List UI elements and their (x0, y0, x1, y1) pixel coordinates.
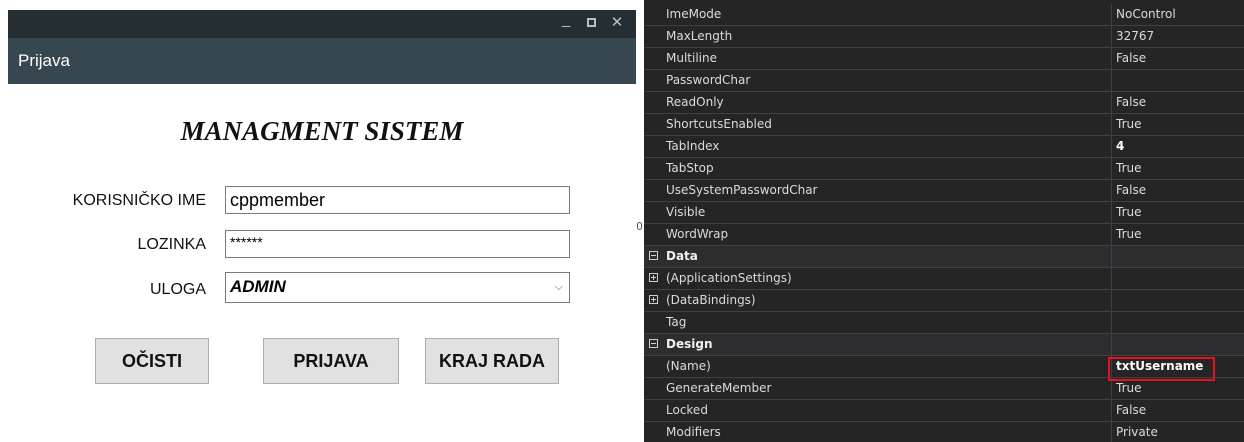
property-name: Modifiers (666, 425, 721, 439)
property-row-name[interactable]: (Name) txtUsername (644, 356, 1244, 378)
property-name: GenerateMember (666, 381, 772, 395)
maximize-button[interactable] (587, 18, 596, 27)
login-button[interactable]: PRIJAVA (263, 338, 399, 384)
property-name: Tag (666, 315, 687, 329)
category-design[interactable]: Design (644, 334, 1244, 356)
form-title: Prijava (18, 51, 70, 70)
username-input[interactable]: cppmember (225, 186, 570, 214)
property-name: (Name) (666, 359, 711, 373)
category-name: Design (666, 337, 713, 351)
minimize-button[interactable]: _ (559, 11, 573, 29)
collapse-icon[interactable] (649, 251, 658, 260)
window-title-bar: _ ✕ (8, 10, 636, 38)
resize-handle[interactable] (637, 222, 642, 230)
property-value[interactable]: True (1116, 227, 1142, 241)
role-label: ULOGA (149, 281, 206, 298)
password-label: LOZINKA (137, 236, 206, 253)
clear-button[interactable]: OČISTI (95, 338, 209, 384)
expand-icon[interactable] (649, 295, 658, 304)
property-row-visible[interactable]: Visible True (644, 202, 1244, 224)
property-row-locked[interactable]: Locked False (644, 400, 1244, 422)
form-header: Prijava (8, 38, 636, 84)
chevron-down-icon[interactable]: ⌵ (555, 281, 563, 294)
property-value[interactable]: True (1116, 161, 1142, 175)
property-value[interactable]: True (1116, 205, 1142, 219)
property-name: (ApplicationSettings) (666, 271, 792, 285)
property-name: (DataBindings) (666, 293, 756, 307)
property-name: MaxLength (666, 29, 733, 43)
page-heading: MANAGMENT SISTEM (180, 116, 464, 146)
property-value[interactable]: txtUsername (1116, 359, 1203, 373)
property-name: TabIndex (666, 139, 720, 153)
property-row-tag[interactable]: Tag (644, 312, 1244, 334)
property-name: Multiline (666, 51, 717, 65)
property-row-shortcutsenabled[interactable]: ShortcutsEnabled True (644, 114, 1244, 136)
property-value[interactable]: 32767 (1116, 29, 1154, 43)
property-name: Locked (666, 403, 708, 417)
login-form-window: _ ✕ Prijava MANAGMENT SISTEM KORISNIČKO … (8, 0, 636, 442)
property-value[interactable]: True (1116, 117, 1142, 131)
property-row-applicationsettings[interactable]: (ApplicationSettings) (644, 268, 1244, 290)
property-value[interactable]: Private (1116, 425, 1158, 439)
close-button[interactable]: ✕ (610, 13, 624, 31)
category-data[interactable]: Data (644, 246, 1244, 268)
property-name: ImeMode (666, 7, 722, 21)
property-row-tabindex[interactable]: TabIndex 4 (644, 136, 1244, 158)
username-label: KORISNIČKO IME (72, 192, 206, 209)
role-select[interactable]: ADMIN ⌵ (225, 272, 570, 303)
property-row-passwordchar[interactable]: PasswordChar (644, 70, 1244, 92)
property-row-multiline[interactable]: Multiline False (644, 48, 1244, 70)
property-value[interactable]: NoControl (1116, 7, 1176, 21)
exit-button[interactable]: KRAJ RADA (425, 338, 559, 384)
property-name: UseSystemPasswordChar (666, 183, 818, 197)
expand-icon[interactable] (649, 273, 658, 282)
property-row-usesystempasswordchar[interactable]: UseSystemPasswordChar False (644, 180, 1244, 202)
property-row-maxlength[interactable]: MaxLength 32767 (644, 26, 1244, 48)
property-name: Visible (666, 205, 706, 219)
property-name: TabStop (666, 161, 714, 175)
property-value[interactable]: False (1116, 403, 1146, 417)
property-row-databindings[interactable]: (DataBindings) (644, 290, 1244, 312)
property-name: PasswordChar (666, 73, 751, 87)
property-name: WordWrap (666, 227, 729, 241)
property-row-tabstop[interactable]: TabStop True (644, 158, 1244, 180)
property-value[interactable]: True (1116, 381, 1142, 395)
category-name: Data (666, 249, 698, 263)
property-row-modifiers[interactable]: Modifiers Private (644, 422, 1244, 442)
property-row-generatemember[interactable]: GenerateMember True (644, 378, 1244, 400)
property-name: ReadOnly (666, 95, 724, 109)
collapse-icon[interactable] (649, 339, 658, 348)
property-value[interactable]: False (1116, 95, 1146, 109)
properties-panel: ImeMode NoControl MaxLength 32767 Multil… (644, 0, 1244, 442)
property-row-readonly[interactable]: ReadOnly False (644, 92, 1244, 114)
property-value[interactable]: 4 (1116, 139, 1124, 153)
property-value[interactable]: False (1116, 183, 1146, 197)
password-input[interactable]: ****** (225, 230, 570, 258)
property-value[interactable]: False (1116, 51, 1146, 65)
property-row-wordwrap[interactable]: WordWrap True (644, 224, 1244, 246)
property-row-imemode[interactable]: ImeMode NoControl (644, 4, 1244, 26)
role-select-value: ADMIN (230, 277, 286, 296)
property-name: ShortcutsEnabled (666, 117, 772, 131)
